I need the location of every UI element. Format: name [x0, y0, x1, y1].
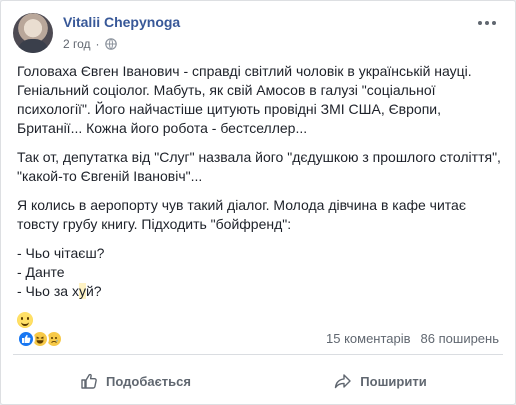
paragraph-2: Так от, депутатка від "Слуг" назвала йог… [17, 148, 501, 186]
share-arrow-icon [335, 374, 351, 389]
highlighted-letter: у [78, 283, 86, 299]
more-options-icon[interactable] [477, 15, 497, 31]
thumbs-up-icon [81, 373, 97, 389]
dot [485, 21, 489, 25]
post-meta: 2 год · [63, 37, 117, 51]
text-line: психології". Його найчастіше цитують про… [17, 101, 441, 117]
dialog-line: - Данте [17, 264, 65, 280]
paragraph-3: Я колись в аеропорту чув такий діалог. М… [17, 196, 501, 234]
share-button[interactable]: Поширити [258, 365, 503, 397]
dialog-text: - Чьо за х [17, 283, 79, 299]
like-icon [17, 330, 35, 348]
shares-count[interactable]: 86 поширень [421, 331, 499, 346]
text-line: Так от, депутатка від "Слуг" назвала йог… [17, 149, 501, 165]
engagement-counts: 15 коментарів 86 поширень [326, 331, 499, 346]
dialog-text: й? [85, 283, 102, 299]
text-line: Геніальний соціолог. Мабуть, як свій Амо… [17, 82, 436, 98]
author-name[interactable]: Vitalii Chepynoga [63, 14, 180, 30]
comments-count[interactable]: 15 коментарів [326, 331, 411, 346]
dialog-line: - Чьо за хуй? [17, 282, 501, 301]
post-header: Vitalii Chepynoga 2 год · [13, 13, 503, 57]
dialog-line: - Чьо чітаєш? [17, 245, 105, 261]
reactions-summary[interactable] [17, 330, 63, 348]
post-card: Vitalii Chepynoga 2 год · Головаха Євген… [0, 0, 516, 405]
globe-icon[interactable] [104, 38, 117, 50]
text-line: Британії... Кожна його робота - бестселл… [17, 120, 308, 136]
post-body: Головаха Євген Іванович - справді світли… [17, 62, 501, 340]
paragraph-1: Головаха Євген Іванович - справді світли… [17, 62, 501, 138]
share-label: Поширити [360, 373, 427, 389]
post-time[interactable]: 2 год [63, 37, 91, 51]
text-line: товсту грубу книгу. Підходить "бойфренд"… [17, 216, 292, 232]
dialog-paragraph: - Чьо чітаєш? - Данте - Чьо за хуй? [17, 244, 501, 301]
text-line: Головаха Євген Іванович - справді світли… [17, 63, 472, 79]
like-label: Подобається [106, 373, 191, 389]
post-stats: 15 коментарів 86 поширень [13, 325, 503, 355]
author-avatar[interactable] [13, 13, 53, 53]
meta-separator: · [95, 37, 100, 51]
text-line: "какой-то Євгеній Івановіч"... [17, 168, 203, 184]
dot [478, 21, 482, 25]
post-actions: Подобається Поширити [13, 365, 503, 397]
like-button[interactable]: Подобається [13, 365, 258, 397]
dot [492, 21, 496, 25]
text-line: Я колись в аеропорту чув такий діалог. М… [17, 197, 466, 213]
